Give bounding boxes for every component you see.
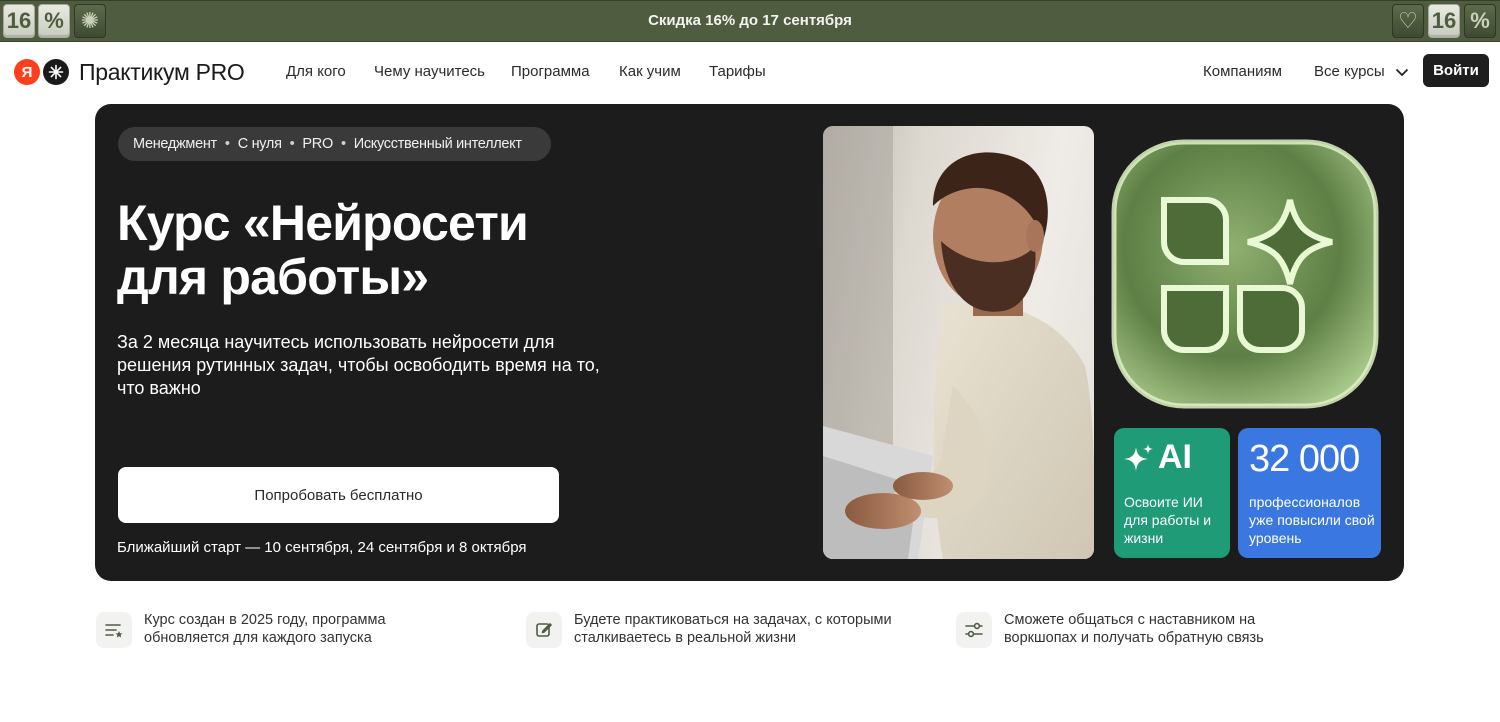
- ai-card-heading: AI: [1124, 438, 1192, 477]
- promo-tile-percent-right: %: [1464, 4, 1496, 38]
- title-line-2: для работы»: [117, 249, 429, 305]
- feature-item: Будете практиковаться на задачах, с кото…: [526, 612, 914, 648]
- hero-photo: [823, 126, 1094, 559]
- nav-pricing[interactable]: Тарифы: [709, 63, 766, 80]
- all-courses-dropdown[interactable]: Все курсы: [1314, 63, 1409, 81]
- edit-icon: [526, 612, 562, 648]
- tag-ai: Искусственный интеллект: [353, 136, 522, 152]
- stat-card: 32 000 профессионалов уже повысили свой …: [1238, 428, 1381, 558]
- nav-what-you-learn[interactable]: Чему научитесь: [374, 63, 485, 80]
- tag-separator: •: [224, 136, 230, 152]
- list-star-icon: [96, 612, 132, 648]
- logo[interactable]: Я Практикум PRO: [14, 58, 245, 86]
- course-tags: Менеджмент • С нуля • PRO • Искусственны…: [118, 127, 551, 161]
- feature-text: Курс создан в 2025 году, программа обнов…: [144, 612, 386, 646]
- all-courses-label: Все курсы: [1314, 63, 1385, 80]
- ai-card-text: Освоите ИИ для работы и жизни: [1124, 494, 1212, 546]
- ai-card-big-text: AI: [1158, 438, 1192, 476]
- ai-glass-icon: [1110, 138, 1380, 410]
- stat-card-text: профессионалов уже повысили свой уровень: [1249, 494, 1375, 546]
- sliders-icon: [956, 612, 992, 648]
- sparkle-icon: [1124, 443, 1153, 471]
- stat-card-number: 32 000: [1249, 438, 1360, 480]
- logo-text: Практикум PRO: [79, 58, 245, 85]
- tag-from-scratch: С нуля: [237, 136, 282, 152]
- title-line-1: Курс «Нейросети: [117, 195, 529, 251]
- login-button[interactable]: Войти: [1423, 54, 1489, 87]
- feature-text: Сможете общаться с наставником на воркшо…: [1004, 612, 1264, 646]
- try-free-button[interactable]: Попробовать бесплатно: [118, 467, 559, 523]
- tag-pro: PRO: [302, 136, 333, 152]
- next-start-dates: Ближайший старт — 10 сентября, 24 сентяб…: [117, 539, 527, 556]
- feature-item: Курс создан в 2025 году, программа обнов…: [96, 612, 424, 648]
- page-title: Курс «Нейросети для работы»: [117, 196, 637, 304]
- promo-tile-heart-icon: ♡: [1392, 4, 1424, 38]
- nav-for-whom[interactable]: Для кого: [286, 63, 346, 80]
- hero-subtitle: За 2 месяца научитесь использовать нейро…: [117, 332, 600, 398]
- nav-how-we-teach[interactable]: Как учим: [619, 63, 681, 80]
- promo-text[interactable]: Скидка 16% до 17 сентября: [0, 1, 1500, 43]
- feature-item: Сможете общаться с наставником на воркшо…: [956, 612, 1314, 648]
- feature-text: Будете практиковаться на задачах, с кото…: [574, 612, 892, 646]
- tag-management: Менеджмент: [133, 136, 217, 152]
- chevron-down-icon: [1395, 64, 1409, 81]
- yandex-logo-icon: Я: [14, 59, 40, 85]
- ai-feature-card: AI Освоите ИИ для работы и жизни: [1114, 428, 1230, 558]
- hero-banner: Менеджмент • С нуля • PRO • Искусственны…: [95, 104, 1404, 581]
- nav-program[interactable]: Программа: [511, 63, 590, 80]
- praktikum-star-icon: [43, 59, 69, 85]
- promo-bar[interactable]: 16 % ✺ Скидка 16% до 17 сентября ♡ 16 %: [0, 0, 1500, 42]
- promo-tile-16-right: 16: [1428, 4, 1460, 38]
- tag-separator: •: [340, 136, 346, 152]
- tag-separator: •: [289, 136, 295, 152]
- site-header: Я Практикум PRO Для кого Чему научитесь …: [0, 42, 1500, 104]
- nav-companies[interactable]: Компаниям: [1203, 63, 1282, 80]
